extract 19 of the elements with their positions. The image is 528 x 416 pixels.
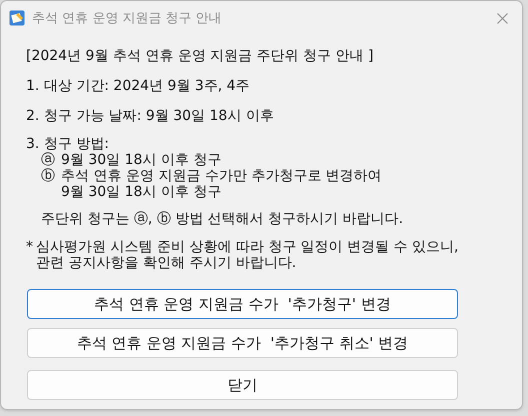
- action-button[interactable]: 추석 연휴 운영 지원금 수가 '추가청구 취소' 변경: [27, 328, 458, 358]
- app-icon: [9, 10, 25, 26]
- notice-text: 3. 청구 방법:: [26, 136, 109, 152]
- action-button[interactable]: 추석 연휴 운영 지원금 수가 '추가청구' 변경: [27, 289, 458, 319]
- option-marker: ⓑ: [41, 168, 56, 186]
- notice-text: [2024년 9월 추석 연휴 운영 지원금 주단위 청구 안내 ]: [26, 48, 374, 64]
- close-icon: [496, 12, 508, 24]
- notice-text: 주단위 청구는 ⓐ, ⓑ 방법 선택해서 청구하시기 바랍니다.: [41, 211, 404, 227]
- option-marker: ⓐ: [41, 152, 56, 168]
- option-text: 추석 연휴 운영 지원금 수가만 추가청구로 변경하여: [61, 168, 382, 184]
- option-text: 9월 30일 18시 이후 청구: [61, 184, 222, 200]
- notice-text: 관련 공지사항을 확인해 주시기 바랍니다.: [36, 255, 298, 271]
- asterisk-mark: *: [26, 239, 34, 257]
- action-button[interactable]: 닫기: [27, 370, 458, 400]
- window-title: 추석 연휴 운영 지원금 청구 안내: [32, 12, 222, 24]
- option-text: 9월 30일 18시 이후 청구: [61, 152, 222, 168]
- notice-text: 2. 청구 가능 날짜: 9월 30일 18시 이후: [26, 108, 274, 124]
- notice-text: 심사평가원 시스템 준비 상황에 따라 청구 일정이 변경될 수 있으니,: [36, 239, 459, 255]
- notice-text: 1. 대상 기간: 2024년 9월 3주, 4주: [26, 78, 250, 94]
